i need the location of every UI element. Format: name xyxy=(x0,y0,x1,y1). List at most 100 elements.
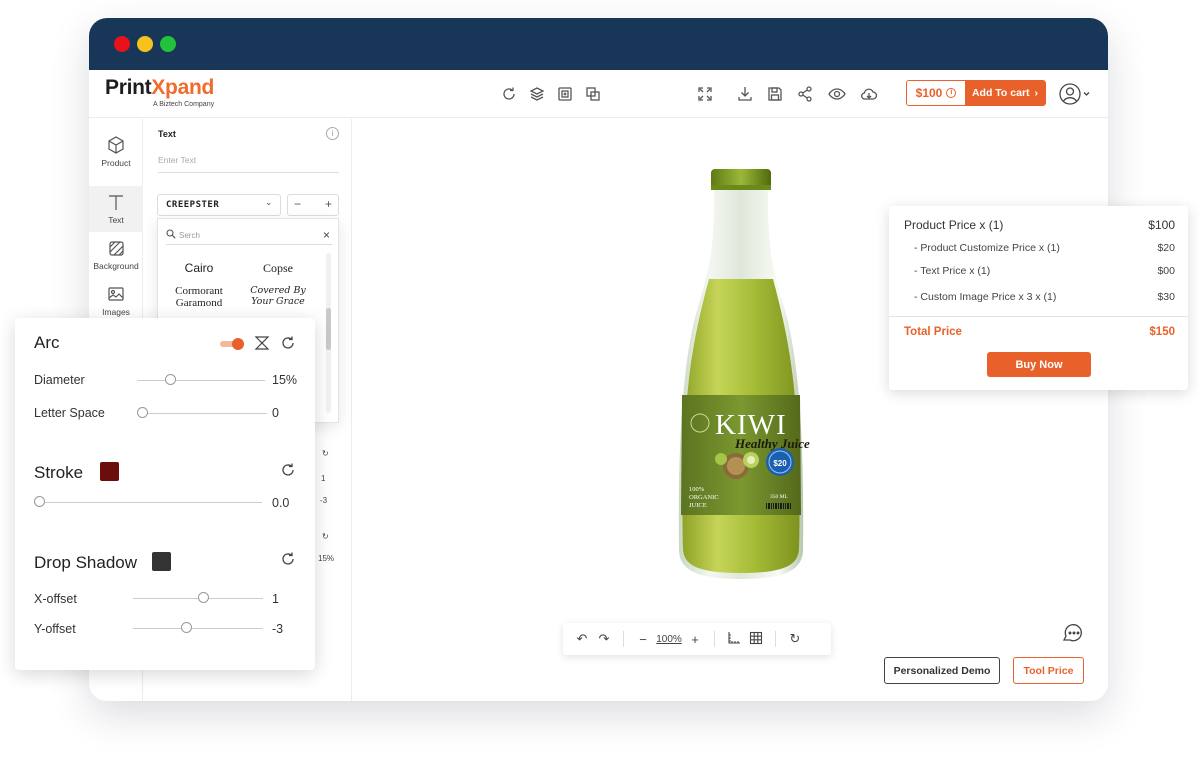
save-icon[interactable] xyxy=(765,84,785,104)
sidebar-item-product[interactable]: Product xyxy=(89,129,143,175)
price-line-value: $00 xyxy=(1157,265,1175,277)
slider-knob[interactable] xyxy=(34,496,45,507)
logo-text-xpand: Xpand xyxy=(151,76,215,99)
slider-knob[interactable] xyxy=(198,592,209,603)
refresh-icon[interactable] xyxy=(499,84,519,104)
personalized-demo-button[interactable]: Personalized Demo xyxy=(884,657,1000,684)
bottle-tagline-text: Healthy Juice xyxy=(734,436,810,451)
logo-tagline: A Biztech Company xyxy=(153,101,215,108)
cart-price: $100 i xyxy=(907,81,965,105)
diameter-value: 15% xyxy=(272,373,298,387)
stroke-color-swatch[interactable] xyxy=(100,462,119,481)
slider-knob[interactable] xyxy=(137,407,148,418)
bottle-claim-line-1: 100% xyxy=(689,486,705,493)
cube-icon xyxy=(108,136,124,154)
reset-icon[interactable]: ↻ xyxy=(322,449,329,458)
ruler-icon[interactable] xyxy=(723,631,745,648)
reset-arc-icon[interactable] xyxy=(280,335,296,351)
toolbar-divider xyxy=(775,631,776,647)
font-family-select[interactable]: CREEPSTER ⌄ xyxy=(157,194,281,216)
text-input[interactable]: Enter Text xyxy=(158,155,339,173)
text-panel-title: Text xyxy=(158,129,176,139)
zoom-out-icon[interactable]: − xyxy=(632,632,654,647)
minus-icon[interactable]: − xyxy=(294,197,301,213)
font-option-covered-by-your-grace[interactable]: Covered By Your Grace xyxy=(241,285,315,307)
bottle-price-badge: $20 xyxy=(773,459,787,468)
undo-icon[interactable]: ↶ xyxy=(571,631,593,647)
sidebar-item-background[interactable]: Background xyxy=(89,232,143,278)
y-offset-value: -3 xyxy=(272,622,284,636)
slider-knob[interactable] xyxy=(165,374,176,385)
font-search-input[interactable]: Serch × xyxy=(166,227,332,245)
close-icon[interactable]: × xyxy=(323,228,330,242)
tool-price-label: Tool Price xyxy=(1023,664,1074,677)
arc-toggle[interactable] xyxy=(220,338,244,350)
zoom-level[interactable]: 100% xyxy=(654,634,684,645)
font-size-stepper[interactable]: − + xyxy=(287,194,339,216)
letter-space-slider[interactable] xyxy=(137,407,267,419)
bottle-claim-line-2: ORGANIC xyxy=(689,494,719,501)
partial-value: -3 xyxy=(320,496,328,505)
drop-shadow-title: Drop Shadow xyxy=(34,553,138,572)
flip-arc-icon[interactable] xyxy=(254,335,270,351)
partial-value: 15% xyxy=(318,554,335,563)
tool-price-button[interactable]: Tool Price xyxy=(1013,657,1084,684)
scrollbar-thumb[interactable] xyxy=(326,308,331,350)
diameter-slider[interactable] xyxy=(137,374,265,386)
font-option-cormorant-garamond[interactable]: Cormorant Garamond xyxy=(162,285,236,309)
x-offset-value: 1 xyxy=(272,592,279,606)
partial-value: 1 xyxy=(321,474,326,483)
printxpand-logo[interactable]: PrintXpand A Biztech Company xyxy=(105,76,214,108)
buy-now-button[interactable]: Buy Now xyxy=(987,352,1091,377)
reset-view-icon[interactable]: ↻ xyxy=(784,631,806,647)
cloud-icon[interactable] xyxy=(859,84,879,104)
stroke-width-slider[interactable] xyxy=(34,496,262,508)
info-icon[interactable]: i xyxy=(326,127,339,140)
stroke-value: 0.0 xyxy=(272,496,290,510)
redo-icon[interactable]: ↷ xyxy=(593,631,615,647)
juice-bottle-product[interactable]: KIWI Healthy Juice $20 100% ORGANIC JUIC… xyxy=(651,159,831,579)
buy-now-label: Buy Now xyxy=(1015,358,1063,371)
layers-icon[interactable] xyxy=(527,84,547,104)
dropdown-scrollbar[interactable] xyxy=(326,253,331,413)
add-page-icon[interactable] xyxy=(555,84,575,104)
arc-title: Arc xyxy=(34,333,60,352)
duplicate-icon[interactable] xyxy=(583,84,603,104)
x-offset-slider[interactable] xyxy=(133,592,263,604)
font-family-value: CREEPSTER xyxy=(166,200,220,210)
add-to-cart-button[interactable]: $100 i Add To cart › xyxy=(906,80,1046,106)
user-avatar-menu[interactable] xyxy=(1059,82,1093,106)
sidebar-item-text[interactable]: Text xyxy=(89,186,143,232)
zoom-in-icon[interactable]: + xyxy=(684,632,706,647)
diameter-label: Diameter xyxy=(34,373,85,387)
price-line-row: - Text Price x (1) $00 xyxy=(904,265,1175,277)
price-divider xyxy=(889,316,1188,317)
y-offset-slider[interactable] xyxy=(133,622,263,634)
font-option-copse[interactable]: Copse xyxy=(241,261,315,276)
price-line-row: - Custom Image Price x 3 x (1) $30 xyxy=(904,291,1175,303)
reset-shadow-icon[interactable] xyxy=(280,551,296,567)
maximize-window-dot[interactable] xyxy=(160,36,176,52)
background-icon xyxy=(109,241,124,256)
preview-icon[interactable] xyxy=(827,84,847,104)
grid-icon[interactable] xyxy=(745,631,767,648)
price-line-label: - Text Price x (1) xyxy=(914,265,991,277)
plus-icon[interactable]: + xyxy=(325,197,332,213)
download-icon[interactable] xyxy=(735,84,755,104)
shadow-color-swatch[interactable] xyxy=(152,552,171,571)
reset-stroke-icon[interactable] xyxy=(280,462,296,478)
reset-icon[interactable]: ↻ xyxy=(322,532,329,541)
fullscreen-icon[interactable] xyxy=(695,84,715,104)
minimize-window-dot[interactable] xyxy=(137,36,153,52)
slider-knob[interactable] xyxy=(181,622,192,633)
product-price-value: $100 xyxy=(1148,218,1175,232)
total-price-label: Total Price xyxy=(904,326,962,338)
price-line-row: - Product Customize Price x (1) $20 xyxy=(904,242,1175,254)
close-window-dot[interactable] xyxy=(114,36,130,52)
share-icon[interactable] xyxy=(795,84,815,104)
chat-icon[interactable] xyxy=(1061,623,1085,645)
text-icon xyxy=(109,195,123,210)
toolbar-divider xyxy=(623,631,624,647)
font-option-cairo[interactable]: Cairo xyxy=(162,261,236,275)
total-price-value: $150 xyxy=(1149,326,1175,338)
